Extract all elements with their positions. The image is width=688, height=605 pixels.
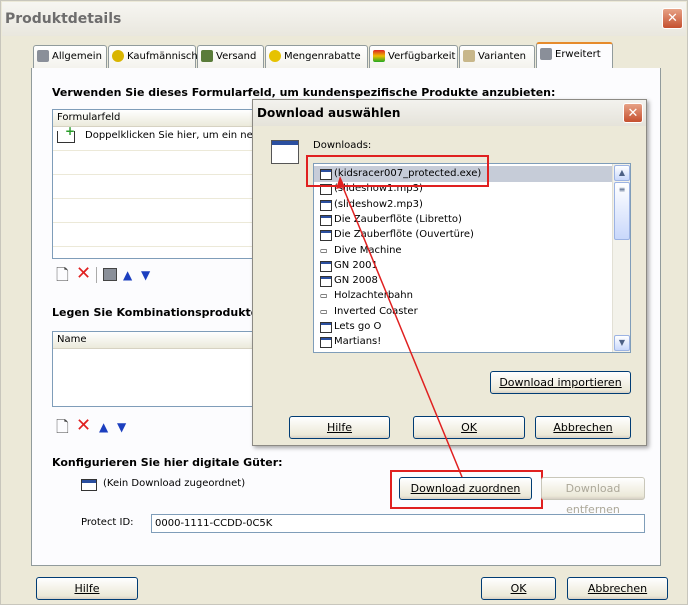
annotation-arrow: [336, 176, 463, 478]
annotation-arrow-head: [336, 176, 345, 189]
annotation-arrow-line: [339, 179, 463, 478]
